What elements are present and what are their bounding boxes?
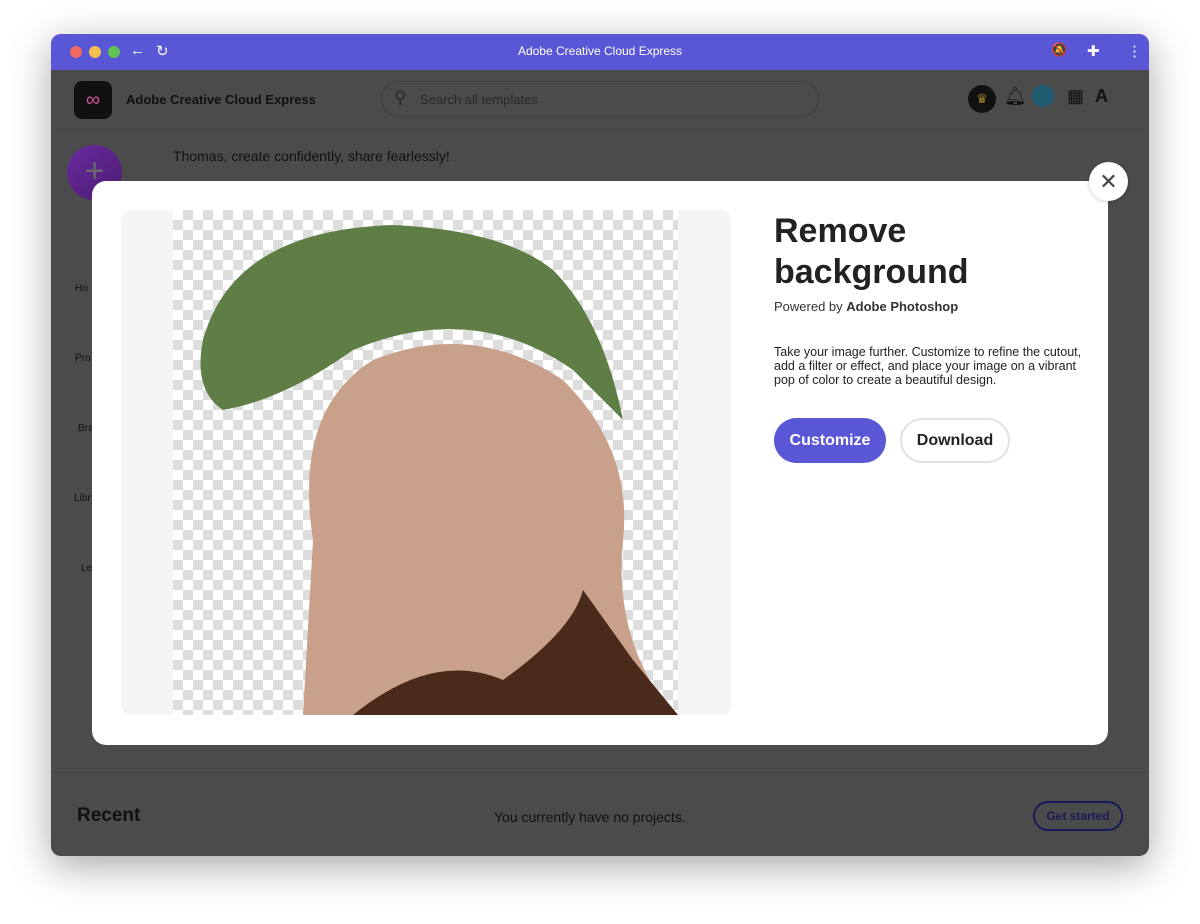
search-icon: ⚲ <box>394 88 407 107</box>
recent-title: Recent <box>77 805 141 826</box>
dialog-title: Remove background <box>774 212 969 291</box>
notifications-off-icon[interactable]: 🔕 <box>1051 42 1067 58</box>
window-title: Adobe Creative Cloud Express <box>517 44 683 58</box>
search-input[interactable]: ⚲ Search all templates <box>381 81 819 117</box>
recent-section: Recent You currently have no projects. G… <box>51 772 1149 856</box>
app-header: ∞ Adobe Creative Cloud Express ⚲ Search a… <box>51 70 1149 130</box>
adobe-logo-icon[interactable]: A <box>1095 86 1108 107</box>
powered-prefix: Powered by <box>774 299 847 314</box>
bell-icon[interactable]: 🔔︎ <box>1004 86 1027 107</box>
download-button[interactable]: Download <box>900 418 1010 463</box>
more-menu-icon[interactable]: ⋮ <box>1127 42 1142 60</box>
apps-grid-icon[interactable]: ▦ <box>1067 86 1084 107</box>
title-bar: ← ↻ Adobe Creative Cloud Express 🔕 ✚ ⋮ <box>51 34 1149 70</box>
no-projects-text: You currently have no projects. <box>494 809 686 825</box>
extensions-icon[interactable]: ✚ <box>1087 42 1100 60</box>
premium-crown-icon[interactable]: ♛ <box>968 85 996 113</box>
get-started-button[interactable]: Get started <box>1033 801 1123 831</box>
transparent-cutout-image <box>173 210 678 715</box>
dialog-description: Take your image further. Customize to re… <box>774 345 1082 387</box>
powered-by: Powered by Adobe Photoshop <box>774 299 958 314</box>
image-preview <box>121 210 731 715</box>
customize-button[interactable]: Customize <box>774 418 886 463</box>
close-dialog-icon[interactable]: ✕ <box>1089 162 1128 201</box>
avatar[interactable] <box>1032 85 1054 107</box>
app-name: Adobe Creative Cloud Express <box>126 92 316 107</box>
cc-express-logo-icon[interactable]: ∞ <box>74 81 112 119</box>
powered-brand: Adobe Photoshop <box>846 299 959 314</box>
greeting: Thomas, create confidently, share fearle… <box>173 148 450 164</box>
remove-background-dialog: Remove background Powered by Adobe Photo… <box>92 181 1108 745</box>
search-placeholder: Search all templates <box>420 92 538 107</box>
